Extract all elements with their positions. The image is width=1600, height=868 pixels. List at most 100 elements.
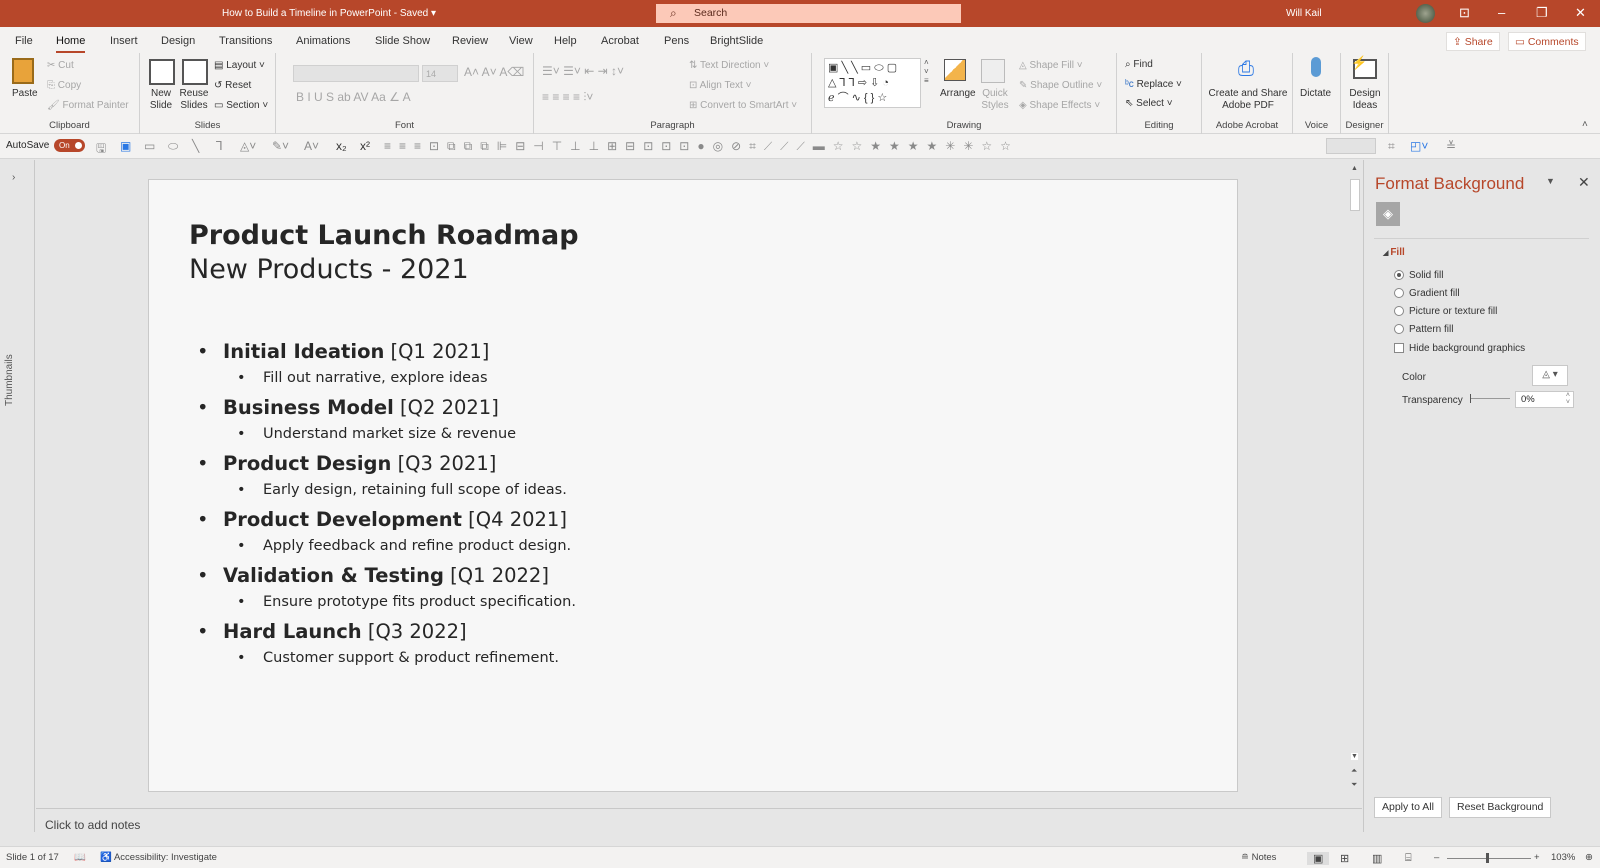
zoom-level[interactable]: 103% (1551, 852, 1575, 863)
align-text-button[interactable]: ⊡ Align Text ˅ (689, 80, 751, 91)
design-ideas-button[interactable]: Design Ideas (1349, 88, 1381, 112)
transparency-input[interactable]: 0% ˄ ˅ (1515, 391, 1574, 408)
document-title[interactable]: How to Build a Timeline in PowerPoint - … (222, 8, 436, 19)
comments-button[interactable]: ▭ Comments (1508, 32, 1586, 51)
tab-home[interactable]: Home (56, 35, 86, 53)
cut-button[interactable]: ✂ Cut (47, 60, 74, 71)
notes-placeholder[interactable]: Click to add notes (45, 818, 140, 832)
tab-design[interactable]: Design (161, 35, 195, 47)
next-slide-icon[interactable]: ⏷ (1351, 780, 1357, 790)
accessibility-status[interactable]: ♿ Accessibility: Investigate (100, 852, 217, 863)
pane-options-icon[interactable]: ▼ (1546, 176, 1555, 186)
font-format-icons[interactable]: B I U S ab AV Aa ∠ A (296, 90, 411, 104)
select-button[interactable]: ⇖ Select ˅ (1125, 98, 1173, 109)
connector-icon[interactable]: ⅂ (216, 139, 223, 153)
tab-insert[interactable]: Insert (110, 35, 138, 47)
convert-smartart-button[interactable]: ⊞ Convert to SmartArt ˅ (689, 100, 797, 111)
section-button[interactable]: ▭ Section ˅ (214, 100, 268, 111)
list-icons[interactable]: ☰˅ ☰˅ ⇤ ⇥ ↕˅ (542, 64, 624, 78)
radio-pattern-fill[interactable]: Pattern fill (1394, 324, 1453, 335)
shape-outline-button[interactable]: ✎ Shape Outline ˅ (1019, 80, 1102, 91)
collapse-ribbon-icon[interactable]: ˄ (1582, 119, 1588, 130)
slideshow-icon[interactable]: ⌸ (1405, 852, 1412, 865)
shape-fill-button[interactable]: ◬ Shape Fill ˅ (1019, 60, 1083, 71)
text-direction-button[interactable]: ⇅ Text Direction ˅ (689, 60, 769, 71)
hide-background-graphics-checkbox[interactable]: Hide background graphics (1394, 343, 1525, 354)
slide-canvas[interactable]: Product Launch Roadmap New Products - 20… (148, 179, 1238, 792)
restore-icon[interactable]: ❐ (1536, 5, 1548, 21)
reset-button[interactable]: ↺ Reset (214, 80, 251, 91)
rectangle-icon[interactable]: ▭ (144, 139, 155, 153)
zoom-slider-thumb[interactable] (1486, 853, 1489, 863)
notes-toggle[interactable]: ≘ Notes (1241, 852, 1276, 863)
save-icon[interactable]: 🖫 (96, 139, 106, 160)
gallery-scroll-icon[interactable]: ˄ ˅ ≡ (924, 58, 929, 85)
line-icon[interactable]: ╲ (192, 139, 199, 153)
shape-effects-button[interactable]: ◈ Shape Effects ˅ (1019, 100, 1100, 111)
tab-slide-show[interactable]: Slide Show (375, 35, 430, 47)
normal-view-icon[interactable]: ▣ (1307, 852, 1330, 865)
zoom-in-icon[interactable]: + (1534, 852, 1540, 863)
scrollbar-thumb[interactable] (1350, 179, 1360, 211)
expand-thumbnails-icon[interactable]: › (12, 172, 15, 183)
apply-to-all-button[interactable]: Apply to All (1374, 797, 1442, 818)
share-button[interactable]: ⇪ Share (1446, 32, 1500, 51)
radio-gradient-fill[interactable]: Gradient fill (1394, 288, 1460, 299)
transparency-slider[interactable] (1470, 394, 1510, 403)
fit-to-window-icon[interactable]: ⊕ (1585, 852, 1593, 863)
fill-color-icon[interactable]: ◬˅ (240, 139, 256, 153)
ribbon-display-icon[interactable]: ⊡ (1459, 5, 1470, 21)
copy-button[interactable]: ⎘ Copy (47, 80, 81, 91)
search-box[interactable]: ⌕ Search (656, 4, 961, 23)
tab-file[interactable]: File (15, 35, 33, 47)
qat-numeric-input[interactable] (1326, 138, 1376, 154)
slide-title[interactable]: Product Launch Roadmap (189, 220, 579, 251)
tab-brightslide[interactable]: BrightSlide (710, 35, 763, 47)
tab-transitions[interactable]: Transitions (219, 35, 272, 47)
close-icon[interactable]: ✕ (1575, 5, 1586, 21)
quick-styles-button[interactable]: Quick Styles (980, 88, 1010, 112)
tab-view[interactable]: View (509, 35, 533, 47)
textbox-icon[interactable]: ▣ (120, 139, 131, 153)
format-painter-button[interactable]: 🖌 Format Painter (47, 100, 129, 111)
subscript-icon[interactable]: x₂ (336, 139, 347, 153)
slide-subtitle[interactable]: New Products - 2021 (189, 254, 469, 285)
arrange-button[interactable]: Arrange (940, 88, 976, 99)
reading-view-icon[interactable]: ▥ (1372, 852, 1382, 865)
slide-scrollbar[interactable]: ▲ ▼ (1348, 165, 1362, 767)
thumbnails-label[interactable]: Thumbnails (4, 346, 15, 406)
shape-styles-icon[interactable]: ◰˅ (1410, 139, 1428, 153)
notes-pane[interactable]: Click to add notes (36, 808, 1362, 832)
dictate-button[interactable]: Dictate (1300, 88, 1331, 99)
radio-solid-fill[interactable]: Solid fill (1394, 270, 1443, 281)
tab-help[interactable]: Help (554, 35, 577, 47)
tab-acrobat[interactable]: Acrobat (601, 35, 639, 47)
customize-qat-icon[interactable]: ≚ (1446, 139, 1456, 153)
font-color-icon[interactable]: A˅ (304, 139, 319, 153)
new-slide-button[interactable]: New Slide (146, 88, 176, 112)
reset-background-button[interactable]: Reset Background (1449, 797, 1552, 818)
previous-slide-icon[interactable]: ⏶ (1351, 766, 1357, 776)
minimize-icon[interactable]: – (1498, 5, 1505, 20)
tab-animations[interactable]: Animations (296, 35, 350, 47)
radio-picture-texture-fill[interactable]: Picture or texture fill (1394, 306, 1497, 317)
edit-shape-icon[interactable]: ⌗ (1388, 139, 1395, 154)
tab-pens[interactable]: Pens (664, 35, 689, 47)
fill-section-header[interactable]: ◢ Fill (1383, 247, 1405, 258)
paste-button[interactable]: Paste (12, 88, 38, 99)
scroll-down-icon[interactable]: ▼ (1351, 753, 1358, 760)
avatar[interactable] (1416, 4, 1435, 23)
reuse-slides-button[interactable]: Reuse Slides (179, 88, 209, 112)
align-icons[interactable]: ≡ ≡ ≡ ≡ ⫶˅ (542, 90, 593, 105)
grow-font-icon[interactable]: A˄ A˅ A⌫ (464, 65, 524, 79)
zoom-slider[interactable] (1447, 858, 1531, 859)
scroll-up-icon[interactable]: ▲ (1351, 165, 1358, 172)
qat-shape-tools[interactable]: ≡≡≡⊡⧉⧉⧉⊫⊟⊣⊤⊥⊥⊞⊟⊡⊡⊡●◎⊘⌗⟋⟋⟋▬☆☆★★★★✳✳☆☆ (384, 139, 1424, 154)
create-share-pdf-button[interactable]: Create and Share Adobe PDF (1208, 88, 1288, 112)
zoom-out-icon[interactable]: – (1434, 852, 1439, 863)
color-picker-button[interactable]: ◬ ▾ (1532, 365, 1568, 386)
spelling-icon[interactable]: 📖 (74, 852, 86, 863)
superscript-icon[interactable]: x² (360, 139, 370, 153)
font-size-select[interactable]: 14 (422, 65, 458, 82)
oval-icon[interactable]: ⬭ (168, 139, 178, 154)
